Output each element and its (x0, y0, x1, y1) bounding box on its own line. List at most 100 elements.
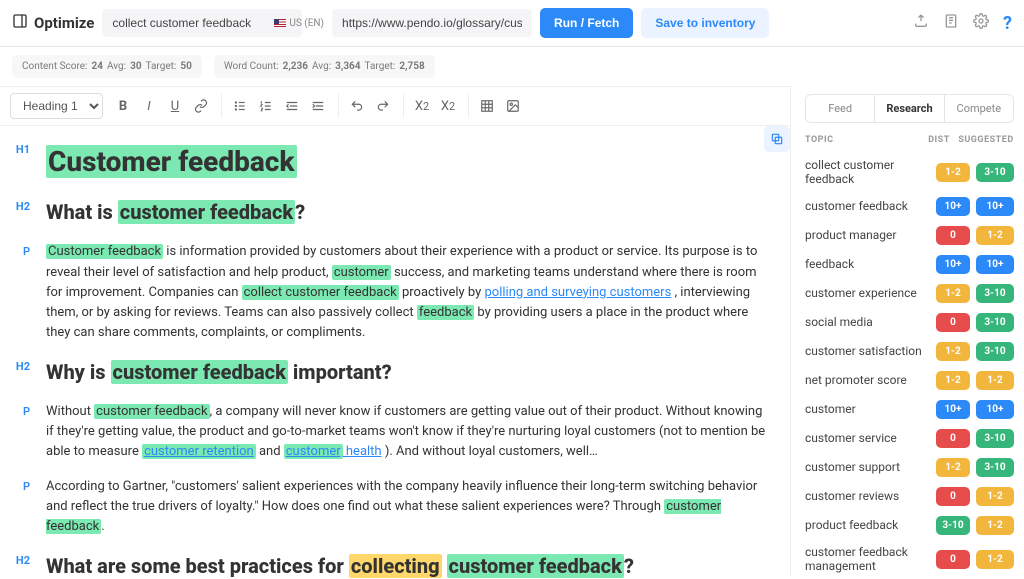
dist-pill: 0 (936, 313, 970, 332)
topic-name: customer feedback (805, 199, 930, 213)
topic-row[interactable]: social media 0 3-10 (805, 308, 1014, 337)
gutter-h2: H2 (10, 197, 30, 213)
table-button[interactable] (475, 94, 499, 118)
topic-row[interactable]: customer reviews 0 1-2 (805, 482, 1014, 511)
suggested-pill: 3-10 (976, 429, 1014, 448)
gutter-p: P (10, 477, 30, 493)
dist-pill: 0 (936, 550, 970, 569)
link-button[interactable] (189, 94, 213, 118)
app-title: Optimize (12, 13, 94, 33)
topic-row[interactable]: customer satisfaction 1-2 3-10 (805, 337, 1014, 366)
suggested-pill: 3-10 (976, 163, 1014, 182)
topic-name: net promoter score (805, 373, 930, 387)
gutter-h1: H1 (10, 140, 30, 156)
topic-row[interactable]: customer experience 1-2 3-10 (805, 279, 1014, 308)
topic-row[interactable]: customer support 1-2 3-10 (805, 453, 1014, 482)
gutter-p: P (10, 242, 30, 258)
metrics-row: Content Score: 24 Avg: 30 Target: 50 Wor… (0, 47, 1024, 86)
run-fetch-button[interactable]: Run / Fetch (540, 8, 633, 38)
optimize-icon (12, 13, 28, 33)
save-inventory-button[interactable]: Save to inventory (641, 8, 769, 38)
settings-icon[interactable] (973, 13, 989, 33)
editor-toolbar: Heading 1 B I U X2 X2 (0, 86, 790, 126)
undo-button[interactable] (345, 94, 369, 118)
dist-pill: 10+ (936, 400, 970, 419)
topic-name: product feedback (805, 518, 930, 532)
suggested-pill: 3-10 (976, 458, 1014, 477)
subscript-button[interactable]: X2 (410, 94, 434, 118)
topic-name: collect customer feedback (805, 158, 930, 187)
export-icon[interactable] (913, 13, 929, 33)
dist-pill: 1-2 (936, 458, 970, 477)
superscript-button[interactable]: X2 (436, 94, 460, 118)
topic-name: customer satisfaction (805, 344, 930, 358)
top-bar: Optimize US (EN) Run / Fetch Save to inv… (0, 0, 1024, 47)
topics-list: collect customer feedback 1-2 3-10custom… (805, 153, 1014, 577)
topic-row[interactable]: net promoter score 1-2 1-2 (805, 366, 1014, 395)
topic-row[interactable]: customer 10+ 10+ (805, 395, 1014, 424)
topic-row[interactable]: customer feedback 10+ 10+ (805, 192, 1014, 221)
topic-name: product manager (805, 228, 930, 242)
bold-button[interactable]: B (111, 94, 135, 118)
main-area: Heading 1 B I U X2 X2 (0, 86, 1024, 577)
topic-row[interactable]: customer service 0 3-10 (805, 424, 1014, 453)
notes-icon[interactable] (943, 13, 959, 33)
topic-row[interactable]: collect customer feedback 1-2 3-10 (805, 153, 1014, 192)
heading-select[interactable]: Heading 1 (10, 93, 103, 119)
topic-name: social media (805, 315, 930, 329)
dist-pill: 0 (936, 429, 970, 448)
retention-link[interactable]: customer retention (142, 444, 256, 459)
dist-pill: 3-10 (936, 516, 970, 535)
customer-link[interactable]: customer (284, 444, 343, 459)
editor-content[interactable]: H1Customer feedback H2What is customer f… (0, 126, 790, 579)
suggested-pill: 10+ (976, 255, 1014, 274)
underline-button[interactable]: U (163, 94, 187, 118)
topic-name: customer service (805, 431, 930, 445)
tab-feed[interactable]: Feed (806, 95, 874, 122)
topic-row[interactable]: feedback 10+ 10+ (805, 250, 1014, 279)
gutter-h2: H2 (10, 357, 30, 373)
keyword-input[interactable] (102, 9, 302, 37)
suggested-pill: 10+ (976, 400, 1014, 419)
word-count-card: Word Count: 2,236 Avg: 3,364 Target: 2,7… (214, 55, 435, 78)
topic-name: customer experience (805, 286, 930, 300)
indent-button[interactable] (306, 94, 330, 118)
topic-row[interactable]: product feedback 3-10 1-2 (805, 511, 1014, 540)
locale-badge[interactable]: US (EN) (274, 18, 324, 29)
bullet-list-button[interactable] (228, 94, 252, 118)
gutter-h2: H2 (10, 551, 30, 567)
suggested-pill: 1-2 (976, 487, 1014, 506)
suggested-pill: 10+ (976, 197, 1014, 216)
dist-pill: 0 (936, 226, 970, 245)
url-input[interactable] (332, 9, 532, 37)
topic-row[interactable]: customer feedback management 0 1-2 (805, 540, 1014, 577)
dist-pill: 10+ (936, 197, 970, 216)
tab-compete[interactable]: Compete (945, 95, 1013, 122)
topic-name: customer reviews (805, 489, 930, 503)
number-list-button[interactable] (254, 94, 278, 118)
topic-name: customer (805, 402, 930, 416)
suggested-pill: 3-10 (976, 342, 1014, 361)
gutter-p: P (10, 402, 30, 418)
top-icons: ? (913, 13, 1012, 34)
sidebar-header: TOPIC DIST SUGGESTED (805, 135, 1014, 145)
polling-link[interactable]: polling and surveying customers (485, 285, 672, 300)
outdent-button[interactable] (280, 94, 304, 118)
redo-button[interactable] (371, 94, 395, 118)
dist-pill: 1-2 (936, 284, 970, 303)
flag-icon (274, 19, 286, 27)
italic-button[interactable]: I (137, 94, 161, 118)
topic-row[interactable]: product manager 0 1-2 (805, 221, 1014, 250)
topic-name: feedback (805, 257, 930, 271)
suggested-pill: 3-10 (976, 284, 1014, 303)
suggested-pill: 1-2 (976, 550, 1014, 569)
tab-research[interactable]: Research (874, 95, 944, 122)
suggested-pill: 1-2 (976, 371, 1014, 390)
help-icon[interactable]: ? (1003, 13, 1012, 34)
dist-pill: 1-2 (936, 342, 970, 361)
topic-name: customer support (805, 460, 930, 474)
content-score-card: Content Score: 24 Avg: 30 Target: 50 (12, 55, 202, 78)
image-button[interactable] (501, 94, 525, 118)
suggested-pill: 1-2 (976, 516, 1014, 535)
health-link[interactable]: health (343, 444, 382, 459)
